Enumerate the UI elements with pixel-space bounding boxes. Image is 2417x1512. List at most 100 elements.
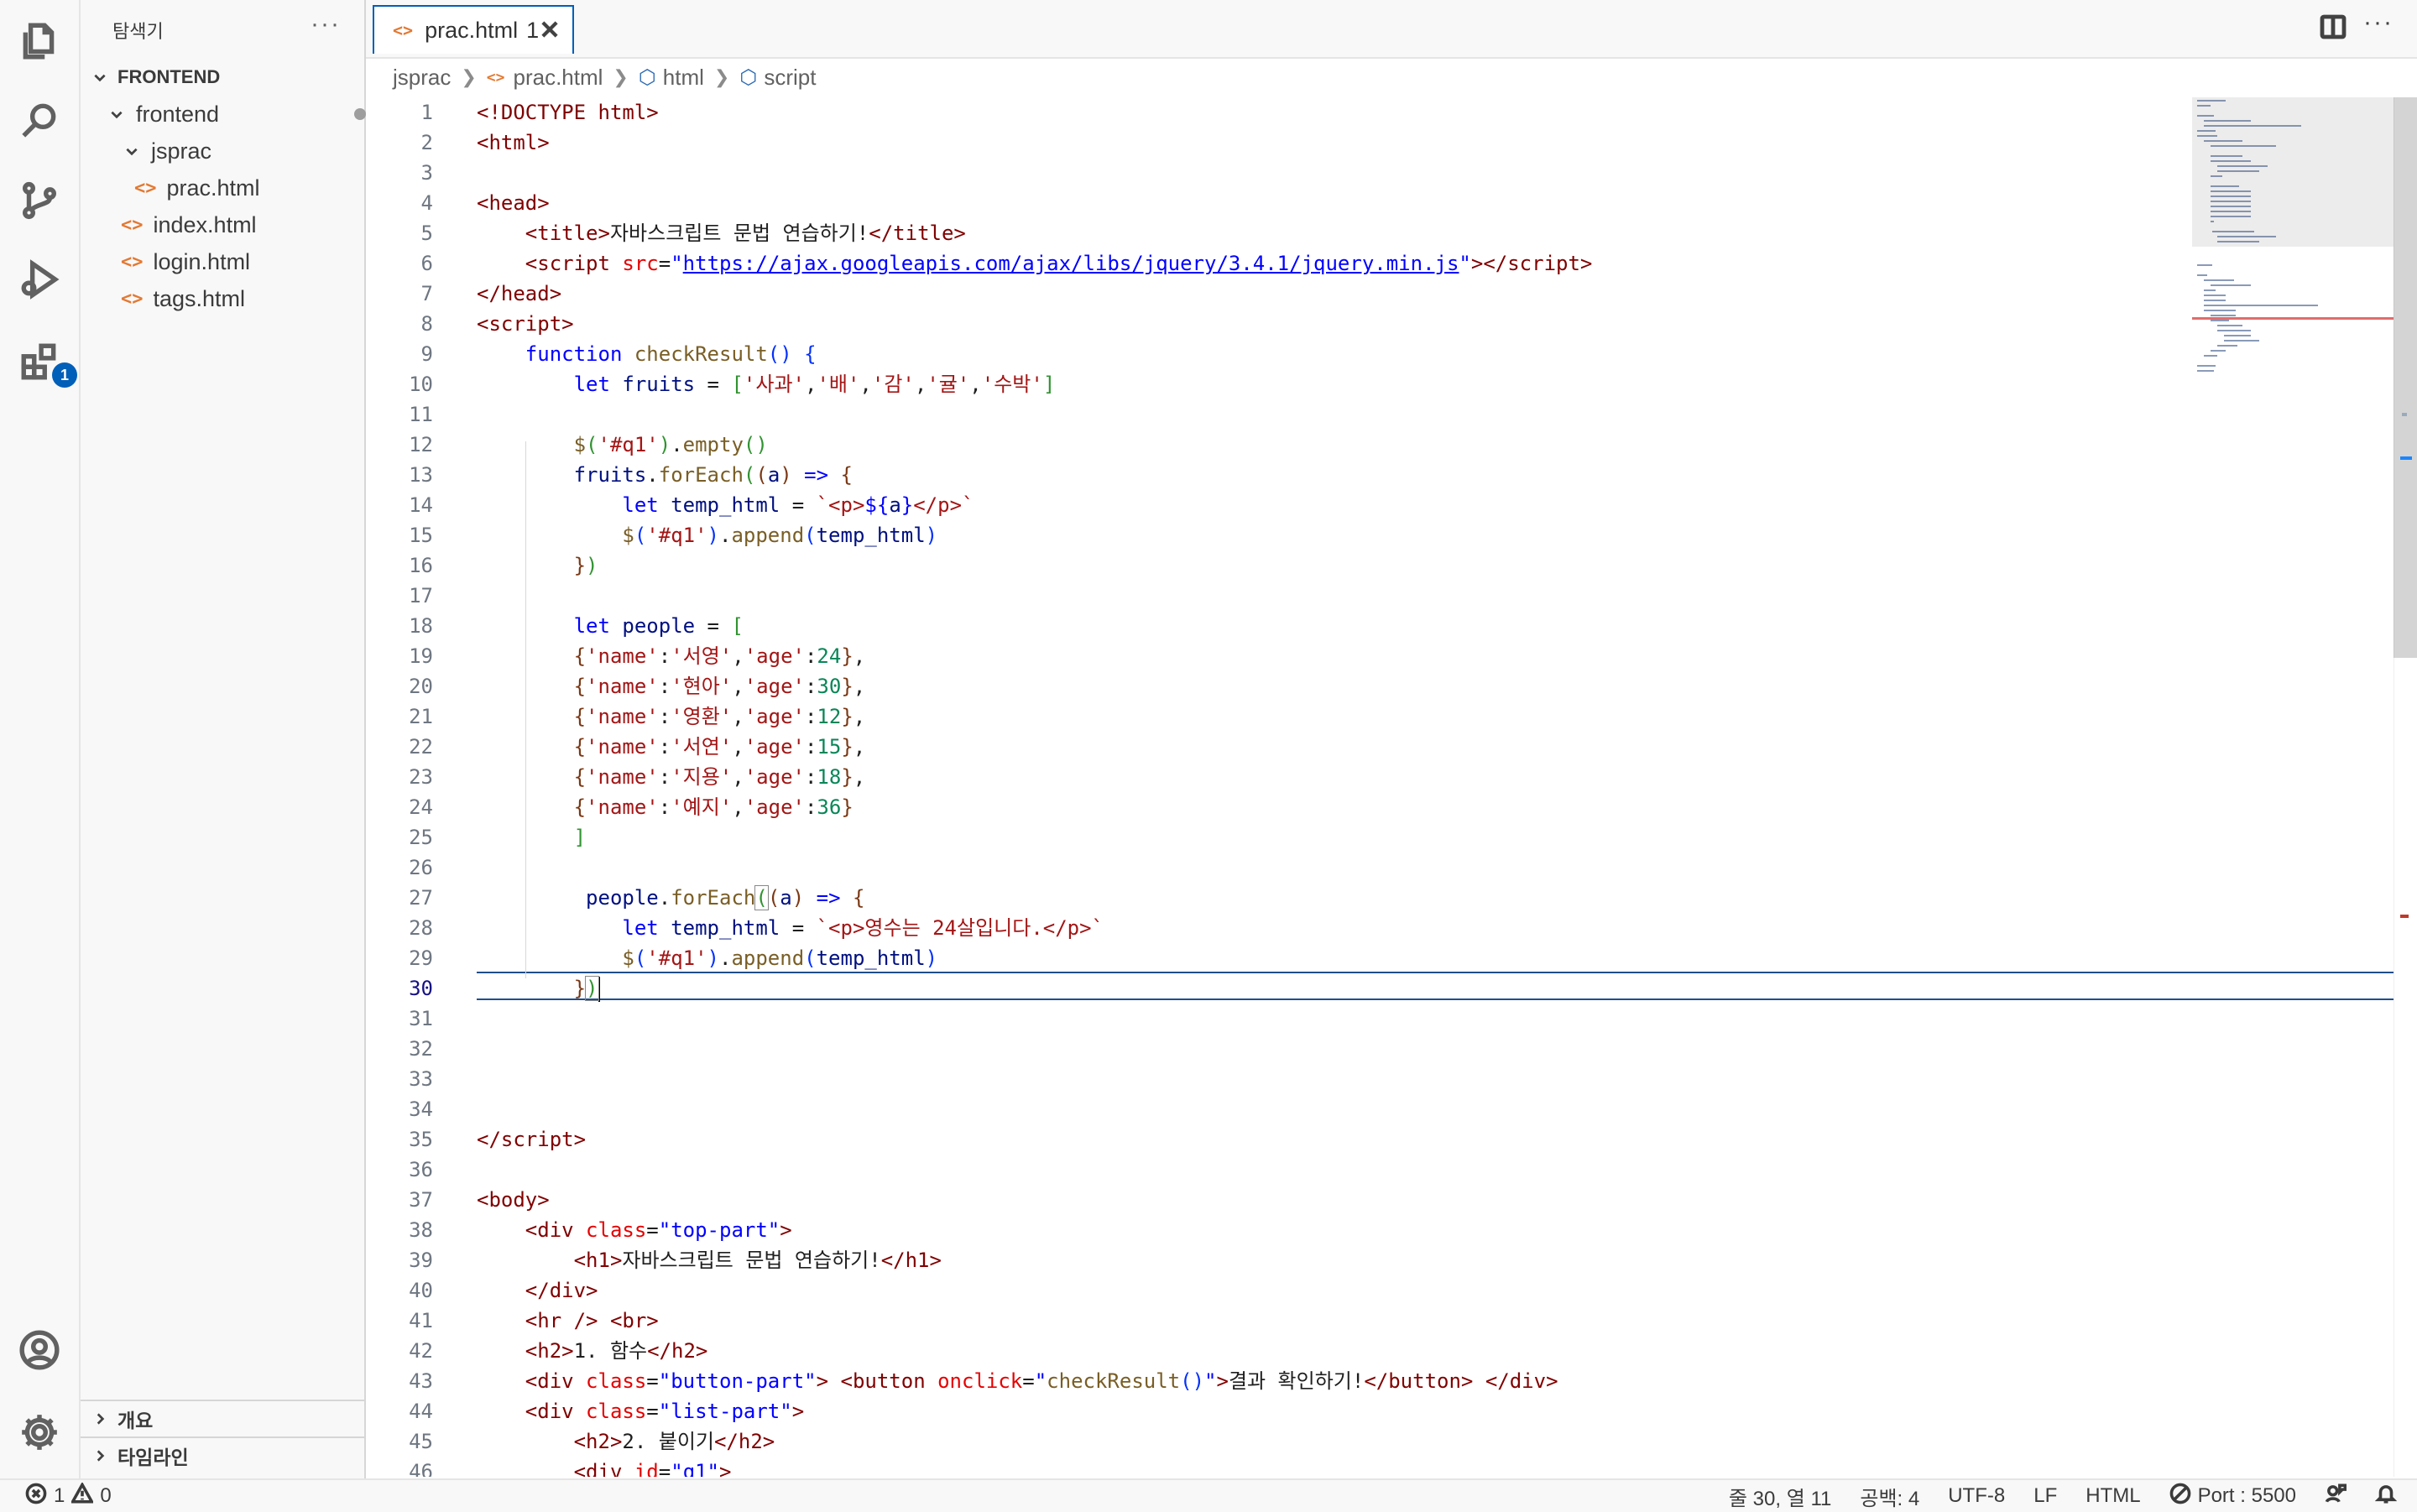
tab-prac-html[interactable]: <> prac.html 1 [373, 5, 574, 54]
feedback-icon[interactable] [2325, 1483, 2347, 1510]
breadcrumb-file[interactable]: prac.html [513, 65, 603, 91]
explorer-more-actions[interactable]: ··· [311, 10, 341, 39]
line-number: 30 [409, 977, 433, 1000]
settings-gear-icon[interactable] [17, 1410, 62, 1455]
breadcrumb-symbol-script[interactable]: script [764, 65, 816, 91]
tree-file-label: index.html [153, 211, 257, 237]
tree-file-tags-html[interactable]: <> tags.html [81, 280, 405, 317]
tree-folder-frontend[interactable]: frontend [81, 96, 391, 133]
code-line: 3 [366, 158, 2195, 188]
code-line: 22 {'name':'서연','age':15}, [366, 732, 2195, 762]
status-bar: 1 0 줄 30, 열 11 공백: 4 UTF-8 LF HTML Port … [0, 1478, 2417, 1512]
split-editor-icon[interactable] [2320, 13, 2347, 40]
line-number: 2 [420, 131, 433, 154]
minimap-viewport-slider[interactable] [2192, 97, 2394, 247]
code-line: 15 $('#q1').append(temp_html) [366, 520, 2195, 550]
line-number: 29 [409, 946, 433, 970]
language-mode[interactable]: HTML [2086, 1484, 2140, 1508]
text-cursor [598, 977, 600, 1002]
line-number: 6 [420, 252, 433, 275]
close-icon[interactable] [539, 18, 561, 40]
editor-more-actions[interactable]: ··· [2363, 8, 2394, 37]
tree-folder-jsprac[interactable]: jsprac [81, 133, 406, 169]
overview-ruler-mark [2400, 456, 2412, 460]
workspace-root[interactable]: FRONTEND [81, 59, 374, 96]
line-number: 31 [409, 1007, 433, 1030]
chevron-down-icon [107, 105, 126, 123]
error-count: 1 [54, 1484, 65, 1507]
overview-ruler-error [2400, 915, 2409, 918]
line-number: 41 [409, 1309, 433, 1332]
breadcrumb-folder[interactable]: jsprac [393, 65, 451, 91]
warning-icon [70, 1481, 95, 1510]
line-number: 3 [420, 161, 433, 185]
search-icon[interactable] [17, 97, 62, 143]
code-line: 19 {'name':'서영','age':24}, [366, 641, 2195, 671]
line-number: 35 [409, 1128, 433, 1151]
line-number: 18 [409, 614, 433, 638]
live-server-port[interactable]: Port : 5500 [2169, 1483, 2296, 1510]
line-number: 7 [420, 282, 433, 305]
code-line: 42 <h2>1. 함수</h2> [366, 1336, 2195, 1366]
line-number: 42 [409, 1339, 433, 1363]
extensions-badge: 1 [52, 362, 77, 388]
code-line: 24 {'name':'예지','age':36} [366, 792, 2195, 822]
tree-file-login-html[interactable]: <> login.html [81, 243, 405, 280]
code-editor[interactable]: 1 <!DOCTYPE html> 2 <html> 3 4 <head> 5 <ti… [366, 97, 2417, 1477]
no-symbol-icon [2169, 1483, 2191, 1510]
html-file-icon: <> [121, 251, 144, 273]
code-line: 12 $('#q1').empty() [366, 430, 2195, 460]
code-line: 1 <!DOCTYPE html> [366, 97, 2195, 128]
indentation[interactable]: 공백: 4 [1860, 1482, 1919, 1511]
source-control-icon[interactable] [17, 178, 62, 223]
line-number: 37 [409, 1188, 433, 1212]
code-line: 33 [366, 1064, 2195, 1094]
accounts-icon[interactable] [17, 1327, 62, 1373]
cursor-position[interactable]: 줄 30, 열 11 [1729, 1482, 1831, 1511]
code-line: 8 <script> [366, 309, 2195, 339]
notifications-bell-icon[interactable] [2374, 1483, 2398, 1510]
scrollbar-thumb[interactable] [2394, 97, 2417, 658]
line-number: 45 [409, 1430, 433, 1453]
tree-file-index-html[interactable]: <> index.html [81, 206, 405, 243]
code-line: 23 {'name':'지용','age':18}, [366, 762, 2195, 792]
chevron-right-icon: ❯ [613, 66, 629, 87]
end-of-line[interactable]: LF [2033, 1484, 2057, 1508]
encoding[interactable]: UTF-8 [1948, 1484, 2005, 1508]
line-number: 13 [409, 463, 433, 487]
code-line: 39 <h1>자바스크립트 문법 연습하기!</h1> [366, 1245, 2195, 1275]
code-line: 21 {'name':'영환','age':12}, [366, 701, 2195, 732]
line-number: 46 [409, 1460, 433, 1477]
code-line: 7 </head> [366, 279, 2195, 309]
code-line: 5 <title>자바스크립트 문법 연습하기!</title> [366, 218, 2195, 248]
code-line: 20 {'name':'현아','age':30}, [366, 671, 2195, 701]
code-line: 31 [366, 1004, 2195, 1034]
problems-status[interactable]: 1 0 [25, 1480, 112, 1512]
code-line: 28 let temp_html = `<p>영수는 24살입니다.</p>` [366, 913, 2195, 943]
html-file-icon: <> [134, 177, 157, 199]
breadcrumb-symbol-html[interactable]: html [663, 65, 704, 91]
tab-bar: <> prac.html 1 ··· [366, 0, 2417, 59]
tree-folder-label: frontend [136, 101, 220, 127]
timeline-label: 타임라인 [117, 1447, 189, 1468]
code-line: 34 [366, 1094, 2195, 1124]
tree-file-label: tags.html [153, 285, 246, 311]
run-debug-icon[interactable] [17, 257, 62, 302]
line-number: 14 [409, 493, 433, 517]
outline-section[interactable]: 개요 [81, 1400, 364, 1436]
code-line: 29 $('#q1').append(temp_html) [366, 943, 2195, 973]
code-line: 44 <div class="list-part"> [366, 1396, 2195, 1426]
line-number: 24 [409, 795, 433, 819]
code-line: 26 [366, 852, 2195, 883]
extensions-icon[interactable]: 1 [17, 339, 77, 388]
code-line: 41 <hr /> <br> [366, 1306, 2195, 1336]
html-file-icon: <> [121, 214, 144, 236]
explorer-icon[interactable] [17, 18, 62, 64]
line-number: 34 [409, 1098, 433, 1121]
line-number: 8 [420, 312, 433, 336]
tree-file-label: login.html [153, 248, 251, 274]
code-line: 6 <script src="https://ajax.googleapis.c… [366, 248, 2195, 279]
line-number: 36 [409, 1158, 433, 1181]
chevron-down-icon [123, 142, 141, 160]
timeline-section[interactable]: 타임라인 [81, 1436, 364, 1473]
